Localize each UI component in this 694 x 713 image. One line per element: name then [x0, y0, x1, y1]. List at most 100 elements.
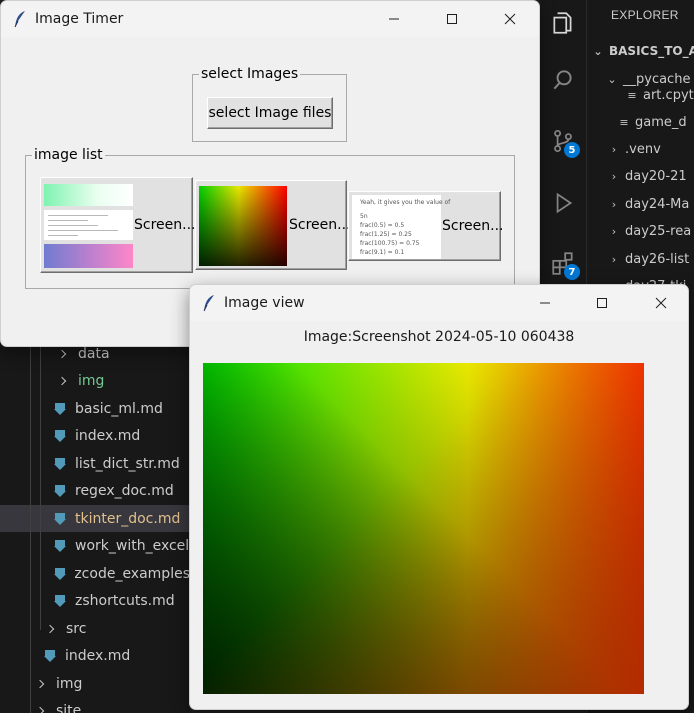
image-button[interactable]: Screen... [40, 177, 196, 273]
chevron-right-icon [58, 349, 68, 359]
indent-guide [30, 340, 31, 713]
explorer-item[interactable]: › day24-Ma [607, 193, 690, 215]
minimize-button[interactable] [522, 285, 568, 321]
tree-label: zcode_examples [74, 565, 190, 582]
chevron-right-icon: › [611, 169, 617, 183]
tree-file[interactable]: zcode_examples [0, 560, 190, 587]
thumb-text: 5n [360, 213, 368, 220]
file-icon: ≡ [619, 115, 629, 129]
tree-folder[interactable]: img [0, 367, 190, 394]
minimize-button[interactable] [371, 1, 417, 37]
chevron-right-icon: › [611, 142, 617, 156]
thumb-text: frac(9.1) = 0.1 [360, 249, 405, 256]
source-control-icon[interactable]: 5 [540, 118, 586, 164]
explorer-item-label: .venv [625, 141, 661, 157]
extensions-badge: 7 [564, 264, 580, 280]
tree-file[interactable]: zshortcuts.md [0, 587, 190, 614]
explorer-item-label: art.cpyth [643, 87, 694, 103]
tree-label: work_with_excel [75, 537, 190, 554]
thumb-text: frac(0.5) = 0.5 [360, 222, 405, 229]
markdown-icon [54, 484, 66, 497]
tree-folder[interactable]: site [0, 697, 190, 713]
thumb-text: frac(1.25) = 0.25 [360, 231, 412, 238]
explorer-item[interactable]: › day25-rea [607, 220, 691, 242]
tree-file[interactable]: work_with_excel [0, 532, 190, 559]
explorer-item[interactable]: › day26-list [607, 248, 689, 270]
tk-feather-icon [203, 295, 214, 312]
file-tree: data img basic_ml.md index.md list_dict_… [0, 340, 190, 713]
markdown-icon [54, 402, 66, 415]
tree-label: list_dict_str.md [75, 455, 180, 472]
tree-label: site [56, 702, 82, 713]
thumbnail-gradient [199, 186, 287, 266]
explorer-item[interactable]: › day20-21 [607, 165, 687, 187]
image-button-label: Screen... [442, 218, 504, 234]
image-shade-layer [203, 363, 644, 694]
tree-label: img [78, 372, 105, 389]
select-image-files-button[interactable]: select Image files [207, 97, 333, 129]
window-title: Image view [224, 295, 305, 311]
markdown-icon [54, 594, 66, 607]
thumbnail-document: Yeah, it gives you the value of 5n frac(… [352, 195, 450, 259]
tree-file[interactable]: list_dict_str.md [0, 450, 190, 477]
explorer-item-label: day24-Ma [625, 196, 690, 212]
chevron-down-icon: ⌄ [607, 72, 617, 86]
tk-feather-icon [14, 11, 25, 28]
file-icon: ≡ [627, 88, 637, 102]
tree-folder[interactable]: src [0, 615, 190, 642]
image-button-label: Screen... [134, 217, 196, 233]
tree-file[interactable]: basic_ml.md [0, 395, 190, 422]
tree-label: img [56, 675, 83, 692]
select-image-files-label: select Image files [208, 105, 332, 121]
tree-folder[interactable]: img [0, 670, 190, 697]
titlebar: Image view [190, 285, 688, 321]
markdown-icon [54, 539, 66, 552]
maximize-button[interactable] [579, 285, 625, 321]
tree-label: index.md [65, 647, 131, 664]
explorer-title: EXPLORER [611, 8, 679, 22]
image-list-label: image list [32, 147, 105, 163]
thumbnail-gradient [44, 244, 133, 268]
image-button[interactable]: Screen... [195, 180, 351, 270]
tree-label: zshortcuts.md [75, 592, 175, 609]
explorer-item-label: game_d [635, 114, 687, 130]
explorer-item[interactable]: › .venv [607, 138, 661, 160]
tree-file-selected[interactable]: tkinter_doc.md [0, 505, 190, 532]
image-button-label: Screen... [289, 217, 351, 233]
chevron-right-icon: › [611, 197, 617, 211]
thumb-text: Yeah, it gives you the value of [360, 199, 451, 206]
explorer-item[interactable]: ≡ art.cpyth [625, 84, 694, 106]
explorer-item[interactable]: ≡ game_d [617, 111, 687, 133]
chevron-right-icon: › [611, 252, 617, 266]
titlebar: Image Timer [1, 1, 539, 37]
maximize-button[interactable] [429, 1, 475, 37]
select-images-label: select Images [199, 66, 301, 82]
image-button[interactable]: Yeah, it gives you the value of 5n frac(… [348, 191, 504, 261]
close-button[interactable] [487, 1, 533, 37]
tree-file[interactable]: index.md [0, 422, 190, 449]
extensions-icon[interactable]: 7 [540, 240, 586, 286]
markdown-icon [54, 567, 67, 580]
tree-file[interactable]: index.md [0, 642, 190, 669]
thumb-text: frac(100.75) = 0.75 [360, 240, 420, 247]
explorer-root[interactable]: ⌄ BASICS_TO_A [591, 40, 694, 62]
files-icon[interactable] [540, 0, 586, 46]
chevron-right-icon: › [611, 224, 617, 238]
tree-label: tkinter_doc.md [75, 510, 181, 527]
tree-file[interactable]: regex_doc.md [0, 477, 190, 504]
tree-label: src [66, 620, 87, 637]
tree-label: basic_ml.md [75, 400, 163, 417]
tree-label: data [78, 345, 110, 362]
search-icon[interactable] [540, 57, 586, 103]
chevron-down-icon: ⌄ [593, 44, 603, 58]
thumbnail-gradient [44, 184, 133, 206]
thumbnail-document [44, 210, 133, 240]
explorer-item-label: day20-21 [625, 168, 687, 184]
explorer-root-label: BASICS_TO_A [609, 44, 694, 58]
indent-guide [40, 340, 41, 630]
window-title: Image Timer [35, 11, 124, 27]
markdown-icon [54, 512, 66, 525]
tree-label: index.md [75, 427, 141, 444]
close-button[interactable] [638, 285, 684, 321]
run-debug-icon[interactable] [540, 180, 586, 226]
